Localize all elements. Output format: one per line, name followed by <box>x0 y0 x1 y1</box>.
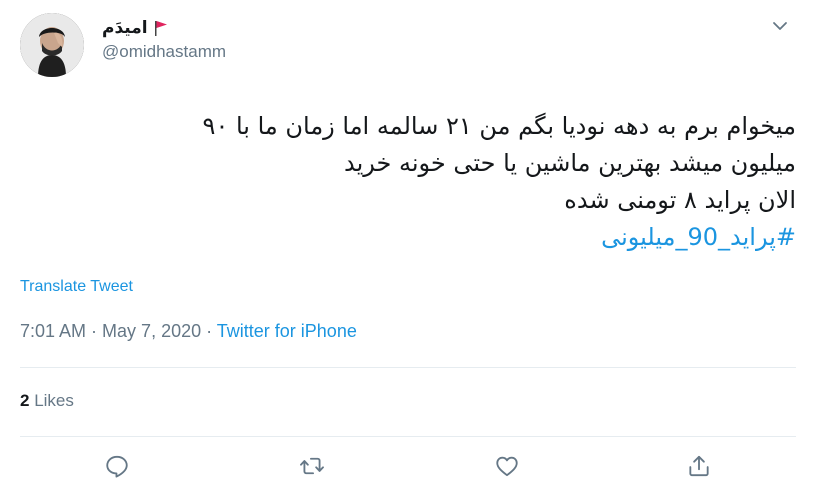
tweet-time[interactable]: 7:01 AM <box>20 321 86 341</box>
tweet-date[interactable]: May 7, 2020 <box>102 321 201 341</box>
like-icon <box>496 456 518 477</box>
author-block[interactable]: امیدَم @omidhastamm <box>102 16 226 62</box>
avatar[interactable] <box>20 13 84 77</box>
retweet-icon <box>300 457 324 475</box>
like-button[interactable] <box>494 453 520 479</box>
avatar-photo <box>20 13 84 77</box>
tweet-line: الان پراید ۸ تومنی شده <box>564 186 796 214</box>
divider <box>20 367 796 368</box>
tweet-text: میخوام برم به دهه نودیا بگم من ۲۱ سالمه … <box>20 108 796 256</box>
reply-icon <box>106 455 128 478</box>
tweet-meta: 7:01 AM · May 7, 2020 · Twitter for iPho… <box>20 321 357 342</box>
retweet-button[interactable] <box>299 453 325 479</box>
meta-separator: · <box>86 321 103 341</box>
meta-separator: · <box>201 321 217 341</box>
share-button[interactable] <box>686 453 712 479</box>
tweet-line: میخوام برم به دهه نودیا بگم من ۲۱ سالمه … <box>202 112 796 140</box>
tweet-line: میلیون میشد بهترین ماشین یا حتی خونه خری… <box>344 149 796 177</box>
display-name[interactable]: امیدَم <box>102 18 148 38</box>
share-icon <box>689 455 709 477</box>
likes-stat[interactable]: 2 Likes <box>20 391 74 411</box>
divider <box>20 436 796 437</box>
chevron-down-icon[interactable] <box>770 16 790 36</box>
action-bar <box>0 450 816 482</box>
tweet-source[interactable]: Twitter for iPhone <box>217 321 357 341</box>
likes-label: Likes <box>29 391 74 410</box>
handle[interactable]: @omidhastamm <box>102 42 226 62</box>
flag-icon <box>154 21 167 36</box>
translate-tweet-link[interactable]: Translate Tweet <box>20 278 133 296</box>
reply-button[interactable] <box>104 453 130 479</box>
hashtag-link[interactable]: #پراید_90_میلیونی <box>20 219 796 256</box>
